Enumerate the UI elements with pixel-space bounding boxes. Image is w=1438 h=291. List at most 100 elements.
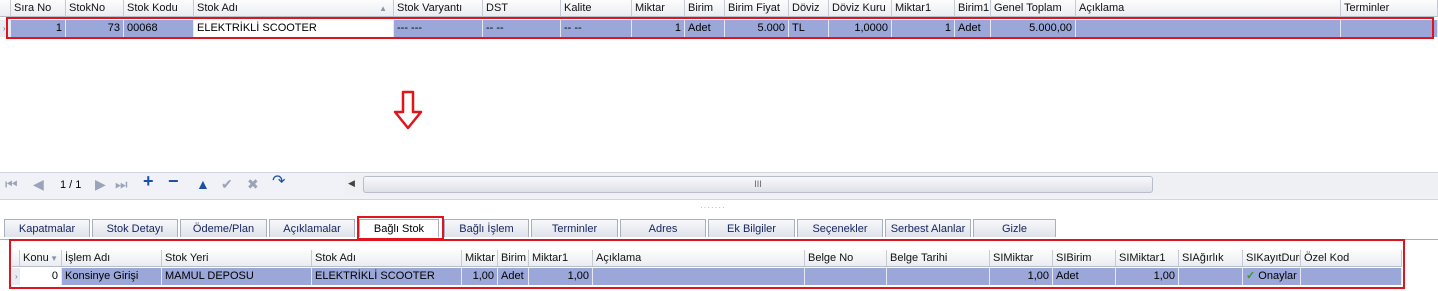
tab-ek-bilgiler[interactable]: Ek Bilgiler bbox=[708, 219, 795, 237]
cell-stok-yeri[interactable]: MAMUL DEPOSU bbox=[162, 268, 312, 285]
tab-bagli-islem[interactable]: Bağlı İşlem bbox=[444, 219, 529, 237]
cell-sira-no[interactable]: 1 bbox=[11, 20, 66, 37]
tab-secenekler[interactable]: Seçenekler bbox=[797, 219, 883, 237]
filter-icon[interactable]: ▼ bbox=[50, 250, 58, 266]
col-header-birim[interactable]: Birim bbox=[685, 0, 725, 17]
col-header-bottom-stok-adi[interactable]: Stok Adı bbox=[312, 250, 462, 267]
nav-first-button[interactable]: ⏮ bbox=[5, 177, 18, 191]
cell-si-agirlik[interactable] bbox=[1179, 268, 1243, 285]
cell-islem-adi[interactable]: Konsinye Girişi bbox=[62, 268, 162, 285]
scroll-left-icon[interactable]: ◀ bbox=[348, 178, 355, 189]
col-header-dst[interactable]: DST bbox=[483, 0, 561, 17]
cell-doviz-kuru[interactable]: 1,0000 bbox=[829, 20, 892, 37]
cell-doviz[interactable]: TL bbox=[789, 20, 829, 37]
col-header-stok-no[interactable]: StokNo bbox=[66, 0, 124, 17]
cell-si-birim[interactable]: Adet bbox=[1053, 268, 1116, 285]
nav-prev-button[interactable]: ◀ bbox=[33, 177, 44, 191]
tab-adres[interactable]: Adres bbox=[620, 219, 706, 237]
tab-terminler[interactable]: Terminler bbox=[531, 219, 618, 237]
col-header-belge-tarihi[interactable]: Belge Tarihi bbox=[887, 250, 990, 267]
col-header-bottom-birim[interactable]: Birim bbox=[498, 250, 529, 267]
col-header-doviz-kuru[interactable]: Döviz Kuru bbox=[829, 0, 892, 17]
col-header-belge-no[interactable]: Belge No bbox=[805, 250, 887, 267]
col-header-konu-label: Konu bbox=[23, 252, 49, 264]
nav-next-button[interactable]: ▶ bbox=[95, 177, 106, 191]
nav-next-page-button[interactable]: ⏭ bbox=[115, 177, 128, 191]
splitter[interactable]: ······· bbox=[700, 203, 726, 212]
col-header-stok-varyanti[interactable]: Stok Varyantı bbox=[394, 0, 483, 17]
col-header-si-birim[interactable]: SIBirim bbox=[1053, 250, 1116, 267]
cell-genel-toplam[interactable]: 5.000,00 bbox=[991, 20, 1076, 37]
col-header-aciklama[interactable]: Açıklama bbox=[1076, 0, 1341, 17]
top-grid-header: Sıra No StokNo Stok Kodu Stok Adı ▲ Stok… bbox=[0, 0, 1438, 17]
cell-aciklama[interactable] bbox=[1076, 20, 1341, 37]
col-header-doviz[interactable]: Döviz bbox=[789, 0, 829, 17]
cell-stok-adi[interactable]: ELEKTRİKLİ SCOOTER bbox=[194, 20, 394, 37]
col-header-si-miktar1[interactable]: SIMiktar1 bbox=[1116, 250, 1179, 267]
col-header-si-agirlik[interactable]: SIAğırlık bbox=[1179, 250, 1243, 267]
col-header-kalite[interactable]: Kalite bbox=[561, 0, 632, 17]
col-header-genel-toplam[interactable]: Genel Toplam bbox=[991, 0, 1076, 17]
cell-dst[interactable]: -- -- bbox=[483, 20, 561, 37]
si-kayit-durumu-label: Onaylar bbox=[1258, 270, 1297, 282]
cell-stok-no[interactable]: 73 bbox=[66, 20, 124, 37]
nav-refresh-icon[interactable]: ↷ bbox=[272, 174, 285, 190]
cell-miktar[interactable]: 1 bbox=[632, 20, 685, 37]
col-header-terminler[interactable]: Terminler bbox=[1341, 0, 1438, 17]
col-header-si-miktar[interactable]: SIMiktar bbox=[990, 250, 1053, 267]
col-header-konu[interactable]: Konu ▼ bbox=[20, 250, 62, 267]
col-header-ozel-kod[interactable]: Özel Kod bbox=[1301, 250, 1402, 267]
cell-stok-kodu[interactable]: 00068 bbox=[124, 20, 194, 37]
col-header-birim-fiyat[interactable]: Birim Fiyat bbox=[725, 0, 789, 17]
nav-edit-icon[interactable]: ▲ bbox=[196, 177, 210, 191]
table-row[interactable]: › 1 73 00068 ELEKTRİKLİ SCOOTER --- --- … bbox=[0, 20, 1438, 37]
cell-terminler[interactable] bbox=[1341, 20, 1438, 37]
scroll-thumb[interactable]: III bbox=[363, 176, 1153, 193]
cell-bottom-stok-adi[interactable]: ELEKTRİKLİ SCOOTER bbox=[312, 268, 462, 285]
col-header-bottom-miktar1[interactable]: Miktar1 bbox=[529, 250, 593, 267]
horizontal-scrollbar[interactable]: ◀ III bbox=[345, 174, 1438, 196]
col-header-miktar[interactable]: Miktar bbox=[632, 0, 685, 17]
nav-cancel-edit-icon[interactable]: ✖ bbox=[247, 177, 259, 191]
tab-stok-detayi[interactable]: Stok Detayı bbox=[92, 219, 178, 237]
tab-kapatmalar[interactable]: Kapatmalar bbox=[4, 219, 90, 237]
cell-belge-no[interactable] bbox=[805, 268, 887, 285]
cell-ozel-kod[interactable] bbox=[1301, 268, 1402, 285]
cell-birim[interactable]: Adet bbox=[685, 20, 725, 37]
nav-append-icon[interactable]: + bbox=[143, 172, 154, 190]
cell-birim-fiyat[interactable]: 5.000 bbox=[725, 20, 789, 37]
col-header-bottom-aciklama[interactable]: Açıklama bbox=[593, 250, 805, 267]
tab-serbest-alanlar[interactable]: Serbest Alanlar bbox=[885, 219, 971, 237]
nav-remove-icon[interactable]: − bbox=[168, 172, 179, 190]
col-header-sira-no[interactable]: Sıra No bbox=[11, 0, 66, 17]
nav-end-edit-icon[interactable]: ✔ bbox=[221, 177, 233, 191]
cell-birim1[interactable]: Adet bbox=[955, 20, 991, 37]
cell-konu[interactable]: 0 bbox=[20, 268, 62, 285]
cell-miktar1[interactable]: 1 bbox=[892, 20, 955, 37]
row-indicator-icon: › bbox=[12, 268, 20, 285]
cell-belge-tarihi[interactable] bbox=[887, 268, 990, 285]
cell-si-kayit-durumu[interactable]: ✓ Onaylar bbox=[1243, 268, 1301, 285]
tab-odeme-plan[interactable]: Ödeme/Plan bbox=[180, 219, 267, 237]
col-header-birim1[interactable]: Birim1 bbox=[955, 0, 991, 17]
col-header-miktar1[interactable]: Miktar1 bbox=[892, 0, 955, 17]
cell-bottom-miktar1[interactable]: 1,00 bbox=[529, 268, 593, 285]
tab-aciklamalar[interactable]: Açıklamalar bbox=[269, 219, 355, 237]
cell-bottom-aciklama[interactable] bbox=[593, 268, 805, 285]
cell-si-miktar[interactable]: 1,00 bbox=[990, 268, 1053, 285]
cell-bottom-birim[interactable]: Adet bbox=[498, 268, 529, 285]
cell-bottom-miktar[interactable]: 1,00 bbox=[462, 268, 498, 285]
cell-si-miktar1[interactable]: 1,00 bbox=[1116, 268, 1179, 285]
tab-gizle[interactable]: Gizle bbox=[973, 219, 1056, 237]
bottom-header-corner bbox=[12, 250, 20, 267]
col-header-si-kayit-durumu[interactable]: SIKayıtDuru bbox=[1243, 250, 1301, 267]
col-header-islem-adi[interactable]: İşlem Adı bbox=[62, 250, 162, 267]
table-row[interactable]: › 0 Konsinye Girişi MAMUL DEPOSU ELEKTRİ… bbox=[12, 268, 1402, 285]
cell-kalite[interactable]: -- -- bbox=[561, 20, 632, 37]
tab-bagli-stok[interactable]: Bağlı Stok bbox=[359, 219, 439, 237]
cell-stok-varyanti[interactable]: --- --- bbox=[394, 20, 483, 37]
col-header-stok-adi[interactable]: Stok Adı ▲ bbox=[194, 0, 394, 17]
col-header-stok-yeri[interactable]: Stok Yeri bbox=[162, 250, 312, 267]
col-header-bottom-miktar[interactable]: Miktar bbox=[462, 250, 498, 267]
col-header-stok-kodu[interactable]: Stok Kodu bbox=[124, 0, 194, 17]
